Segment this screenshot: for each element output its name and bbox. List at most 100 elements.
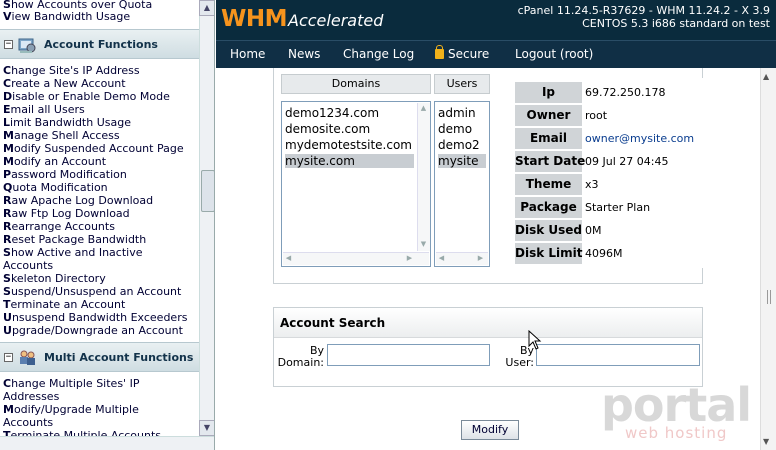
- sidebar-link[interactable]: Reset Package Bandwidth: [3, 234, 146, 246]
- whm-logo: WHMAccelerated: [221, 6, 384, 32]
- sidebar-link[interactable]: Email all Users: [3, 104, 85, 116]
- scroll-up-icon[interactable]: ▲: [418, 103, 429, 114]
- owner-label: Owner: [515, 105, 582, 126]
- sidebar-link[interactable]: Modify/Upgrade Multiple: [3, 404, 139, 416]
- mouse-cursor-icon: [528, 330, 542, 350]
- sidebar-link[interactable]: Accounts: [3, 417, 53, 429]
- disk-limit-value: 4096M: [585, 247, 623, 260]
- owner-value: root: [585, 109, 608, 122]
- page-scrollbar[interactable]: ▲ ▼: [760, 68, 776, 450]
- content-area: Domains Users demo1234.com demosite.com my…: [216, 68, 760, 450]
- scroll-right-icon[interactable]: ▶: [475, 253, 486, 264]
- scroll-left-icon[interactable]: ◀: [283, 253, 294, 264]
- sidebar-link[interactable]: Terminate an Account: [3, 299, 125, 311]
- sidebar-link[interactable]: Raw Ftp Log Download: [3, 208, 130, 220]
- collapse-icon[interactable]: −: [4, 353, 13, 362]
- sidebar-link[interactable]: Rearrange Accounts: [3, 221, 115, 233]
- sidebar-link[interactable]: Change Multiple Sites' IP: [3, 378, 139, 390]
- scrollbar-grip[interactable]: [767, 290, 771, 304]
- listbox-option[interactable]: demo: [438, 122, 486, 136]
- version-line: cPanel 11.24.5-R37629 - WHM 11.24.2 - X …: [517, 4, 770, 17]
- listbox-option[interactable]: mysite: [438, 154, 486, 168]
- scroll-right-icon[interactable]: ▶: [404, 253, 415, 264]
- scroll-down-icon[interactable]: ▼: [199, 420, 214, 436]
- nav-logout[interactable]: Logout (root): [515, 47, 593, 61]
- sidebar-link[interactable]: Create a New Account: [3, 78, 126, 90]
- sidebar-link[interactable]: Manage Shell Access: [3, 130, 120, 142]
- sidebar-link[interactable]: Change Site's IP Address: [3, 65, 140, 77]
- modify-button[interactable]: Modify: [461, 420, 519, 440]
- listbox-option[interactable]: mydemotestsite.com: [285, 138, 414, 152]
- listbox-hscrollbar[interactable]: ◀ ▶: [436, 252, 488, 265]
- header: WHMAccelerated cPanel 11.24.5-R37629 - W…: [216, 0, 776, 40]
- listbox-option[interactable]: admin: [438, 106, 486, 120]
- domain-search-input[interactable]: [327, 344, 490, 366]
- package-label: Package: [515, 197, 582, 218]
- disk-used-label: Disk Used: [515, 220, 582, 241]
- sidebar-scrollbar[interactable]: ▲ ▼: [199, 0, 214, 436]
- whm-window: Show Accounts over Quota View Bandwidth …: [0, 0, 776, 450]
- sidebar-link[interactable]: Skeleton Directory: [3, 273, 106, 285]
- watermark-tagline: web hosting: [625, 424, 728, 442]
- listbox-option[interactable]: mysite.com: [285, 154, 414, 168]
- users-listbox[interactable]: admin demo demo2 mysite ◀ ▶: [434, 101, 490, 267]
- sidebar-content: Show Accounts over Quota View Bandwidth …: [0, 0, 199, 436]
- listbox-scrollbar[interactable]: ▲ ▼: [417, 103, 430, 251]
- theme-label: Theme: [515, 174, 582, 195]
- listbox-option[interactable]: demo2: [438, 138, 486, 152]
- domains-listbox[interactable]: demo1234.com demosite.com mydemotestsite.c…: [281, 101, 431, 267]
- scroll-up-icon[interactable]: ▲: [763, 72, 769, 81]
- domains-header: Domains: [281, 74, 431, 94]
- sidebar-link[interactable]: Password Modification: [3, 169, 127, 181]
- account-search-title: Account Search: [274, 308, 702, 338]
- sidebar-link[interactable]: Accounts: [3, 260, 53, 272]
- disk-used-value: 0M: [585, 224, 602, 237]
- section-title: Account Functions: [44, 38, 158, 51]
- email-link[interactable]: owner@mysite.com: [585, 128, 694, 149]
- package-value: Starter Plan: [585, 201, 651, 214]
- sidebar-link[interactable]: Modify Suspended Account Page: [3, 143, 184, 155]
- nav-news[interactable]: News: [288, 47, 320, 61]
- version-info: cPanel 11.24.5-R37629 - WHM 11.24.2 - X …: [518, 4, 770, 30]
- account-functions-icon: [18, 38, 36, 53]
- scroll-down-icon[interactable]: ▼: [763, 437, 769, 446]
- sidebar-link[interactable]: Upgrade/Downgrade an Account: [3, 325, 183, 337]
- nav-change-log[interactable]: Change Log: [343, 47, 414, 61]
- sidebar-link[interactable]: Addresses: [3, 391, 59, 403]
- listbox-hscrollbar[interactable]: ◀ ▶: [283, 252, 429, 265]
- listbox-option[interactable]: demosite.com: [285, 122, 414, 136]
- lock-icon: [435, 45, 444, 59]
- scrollbar-thumb[interactable]: [201, 170, 214, 212]
- collapse-icon[interactable]: −: [4, 40, 13, 49]
- account-info: Ip 69.72.250.178 Owner root Email owner@…: [515, 78, 705, 268]
- sidebar-link[interactable]: Limit Bandwidth Usage: [3, 117, 131, 129]
- sidebar-link[interactable]: Quota Modification: [3, 182, 108, 194]
- scroll-left-icon[interactable]: ◀: [436, 253, 447, 264]
- sidebar: Show Accounts over Quota View Bandwidth …: [0, 0, 215, 450]
- sidebar-hscrollbar[interactable]: [0, 436, 214, 450]
- user-search-input[interactable]: [536, 344, 700, 366]
- sidebar-link[interactable]: Modify an Account: [3, 156, 106, 168]
- by-domain-label: By Domain:: [277, 344, 324, 369]
- sidebar-link[interactable]: Disable or Enable Demo Mode: [3, 91, 170, 103]
- ip-value: 69.72.250.178: [585, 86, 666, 99]
- scroll-up-icon[interactable]: ▲: [199, 0, 214, 16]
- nav-home[interactable]: Home: [230, 47, 265, 61]
- section-title: Multi Account Functions: [44, 351, 194, 364]
- theme-value: x3: [585, 178, 599, 191]
- section-header-multi-account[interactable]: − Multi Account Functions: [0, 342, 199, 372]
- sidebar-link[interactable]: Show Active and Inactive: [3, 247, 143, 259]
- start-date-value: 09 Jul 27 04:45: [585, 155, 669, 168]
- top-nav: Home News Change Log Secure Logout (root…: [216, 40, 776, 68]
- main-area: WHMAccelerated cPanel 11.24.5-R37629 - W…: [216, 0, 776, 450]
- account-search-panel: Account Search By Domain: By User:: [273, 307, 703, 387]
- sidebar-link[interactable]: View Bandwidth Usage: [3, 11, 130, 23]
- email-label: Email: [515, 128, 582, 149]
- section-header-account-functions[interactable]: − Account Functions: [0, 29, 199, 59]
- scroll-down-icon[interactable]: ▼: [418, 239, 429, 250]
- nav-secure[interactable]: Secure: [435, 45, 489, 61]
- sidebar-link[interactable]: Unsuspend Bandwidth Exceeders: [3, 312, 187, 324]
- sidebar-link[interactable]: Raw Apache Log Download: [3, 195, 153, 207]
- sidebar-link[interactable]: Suspend/Unsuspend an Account: [3, 286, 181, 298]
- listbox-option[interactable]: demo1234.com: [285, 106, 414, 120]
